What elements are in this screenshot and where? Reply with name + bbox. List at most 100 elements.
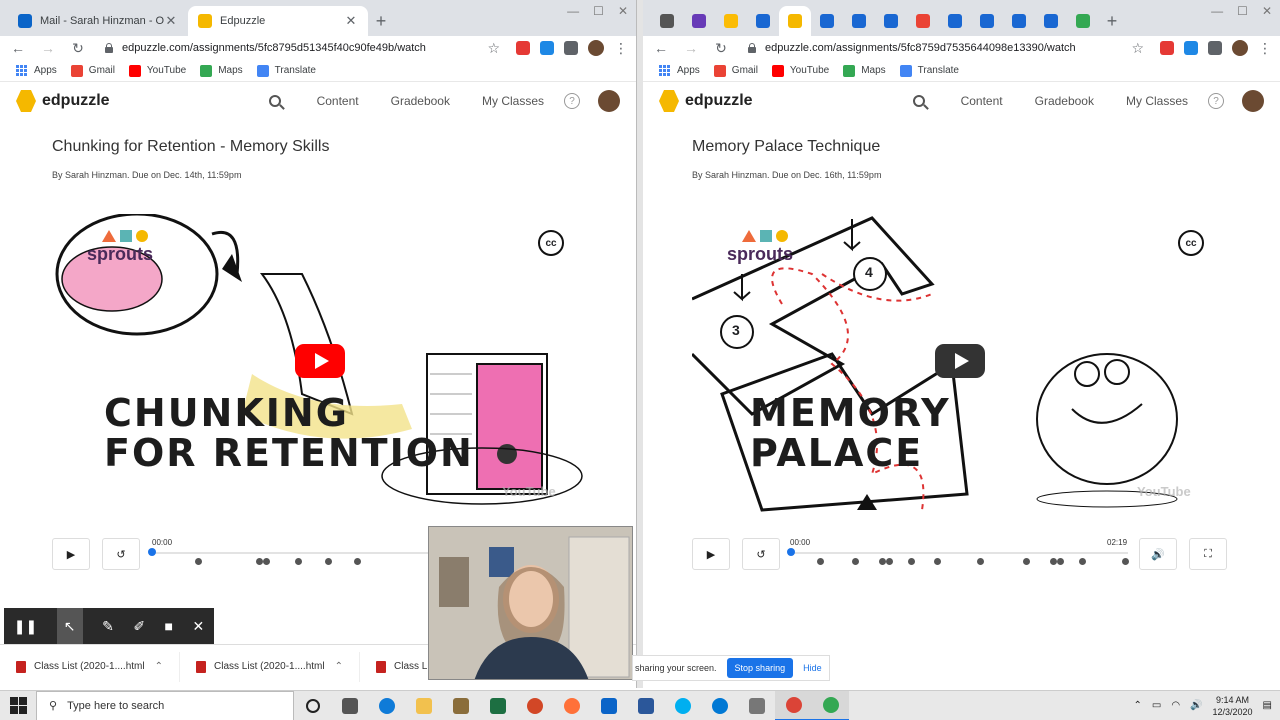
extension-icon[interactable] [1160, 41, 1174, 55]
close-tab-icon[interactable]: ✕ [164, 13, 178, 29]
bookmark-translate[interactable]: Translate [256, 64, 316, 77]
mini-tab[interactable] [747, 6, 779, 36]
maximize-icon[interactable]: ☐ [1237, 4, 1248, 18]
forward-icon[interactable]: → [681, 40, 701, 56]
maximize-icon[interactable]: ☐ [593, 4, 604, 18]
edge-icon[interactable] [368, 691, 405, 720]
firefox-icon[interactable] [553, 691, 590, 720]
new-tab-button[interactable]: + [368, 6, 394, 36]
video-player[interactable]: sprouts cc CHUNKING FOR RETENTION YouTub… [52, 214, 592, 514]
rewind-button[interactable]: ↺ [742, 538, 780, 570]
puzzle-icon[interactable] [564, 41, 578, 55]
progress-knob[interactable] [787, 548, 795, 556]
nav-gradebook[interactable]: Gradebook [391, 94, 450, 108]
play-button[interactable]: ▶ [692, 538, 730, 570]
question-marker[interactable] [1122, 558, 1129, 565]
youtube-play-button[interactable] [295, 344, 345, 378]
back-icon[interactable]: ← [651, 40, 671, 56]
video-player[interactable]: sprouts 4 3 cc MEMORY PALACE YouTube [692, 214, 1232, 514]
mini-tab-active[interactable] [779, 6, 811, 36]
youtube-play-button[interactable] [935, 344, 985, 378]
user-avatar[interactable] [1242, 90, 1264, 112]
rewind-button[interactable]: ↺ [102, 538, 140, 570]
windows-start-icon[interactable] [0, 691, 36, 720]
bookmark-maps[interactable]: Maps [843, 64, 886, 77]
download-item[interactable]: Class List (2020-1....html ⌃ [180, 651, 360, 682]
extension-icon[interactable] [516, 41, 530, 55]
nav-content[interactable]: Content [317, 94, 359, 108]
close-window-icon[interactable]: ✕ [618, 4, 628, 18]
question-marker[interactable] [263, 558, 270, 565]
chrome-icon[interactable] [812, 690, 849, 720]
question-marker[interactable] [817, 558, 824, 565]
excel-icon[interactable] [479, 691, 516, 720]
stop-sharing-button[interactable]: Stop sharing [726, 658, 794, 678]
mini-tab[interactable] [1067, 6, 1099, 36]
volume-button[interactable]: 🔊 [1139, 538, 1177, 570]
search-icon[interactable] [912, 95, 925, 107]
search-icon[interactable] [268, 95, 281, 107]
notifications-icon[interactable]: ▤ [1263, 700, 1272, 711]
question-marker[interactable] [354, 558, 361, 565]
volume-icon[interactable]: 🔊 [1190, 700, 1202, 711]
mini-tab[interactable] [971, 6, 1003, 36]
question-marker[interactable] [977, 558, 984, 565]
question-marker[interactable] [295, 558, 302, 565]
edpuzzle-logo[interactable]: edpuzzle [659, 90, 753, 112]
bookmark-maps[interactable]: Maps [200, 64, 243, 77]
taskbar-clock[interactable]: 9:14 AM 12/3/2020 [1213, 694, 1253, 718]
question-marker[interactable] [256, 558, 263, 565]
chrome-icon[interactable] [775, 690, 812, 720]
menu-kebab-icon[interactable]: ⋮ [614, 40, 628, 57]
profile-avatar[interactable] [588, 40, 604, 56]
app-icon[interactable] [738, 691, 775, 720]
mini-tab[interactable] [651, 6, 683, 36]
question-marker[interactable] [852, 558, 859, 565]
address-bar[interactable]: edpuzzle.com/assignments/5fc8795d51345f4… [98, 37, 506, 59]
question-marker[interactable] [934, 558, 941, 565]
webcam-overlay[interactable] [428, 526, 633, 680]
network-icon[interactable]: ◠ [1171, 700, 1180, 711]
extension-icon[interactable] [1184, 41, 1198, 55]
mini-tab[interactable] [683, 6, 715, 36]
taskbar-search[interactable]: ⚲ Type here to search [36, 690, 294, 720]
forward-icon[interactable]: → [38, 40, 58, 56]
fullscreen-button[interactable]: ⛶ [1189, 538, 1227, 570]
question-marker[interactable] [1050, 558, 1057, 565]
chevron-up-icon[interactable]: ⌃ [335, 661, 343, 672]
mini-tab[interactable] [715, 6, 747, 36]
close-tab-icon[interactable]: ✕ [344, 13, 358, 29]
question-marker[interactable] [886, 558, 893, 565]
bookmark-star-icon[interactable]: ☆ [1131, 40, 1144, 57]
question-marker[interactable] [1057, 558, 1064, 565]
puzzle-icon[interactable] [1208, 41, 1222, 55]
powerpoint-icon[interactable] [516, 691, 553, 720]
nav-my-classes[interactable]: My Classes [1126, 94, 1188, 108]
help-icon[interactable]: ? [1208, 93, 1224, 109]
camera-icon[interactable]: ■ [165, 618, 173, 634]
play-button[interactable]: ▶ [52, 538, 90, 570]
captions-icon[interactable]: cc [538, 230, 564, 256]
skype-icon[interactable] [664, 691, 701, 720]
nav-content[interactable]: Content [961, 94, 1003, 108]
chevron-up-icon[interactable]: ⌃ [1133, 700, 1141, 711]
highlighter-icon[interactable]: ✐ [133, 618, 145, 635]
bookmark-star-icon[interactable]: ☆ [487, 40, 500, 57]
question-marker[interactable] [1079, 558, 1086, 565]
tab-edpuzzle[interactable]: Edpuzzle ✕ [188, 6, 368, 36]
profile-avatar[interactable] [1232, 40, 1248, 56]
minimize-icon[interactable]: — [1211, 4, 1223, 18]
hide-button[interactable]: Hide [803, 663, 822, 673]
new-tab-button[interactable]: + [1099, 6, 1125, 36]
question-marker[interactable] [325, 558, 332, 565]
chevron-up-icon[interactable]: ⌃ [155, 661, 163, 672]
mini-tab[interactable] [843, 6, 875, 36]
tab-outlook[interactable]: Mail - Sarah Hinzman - Outlook ✕ [8, 6, 188, 36]
user-avatar[interactable] [598, 90, 620, 112]
bookmark-gmail[interactable]: Gmail [713, 64, 758, 77]
pointer-icon[interactable]: ↖ [56, 608, 83, 644]
edpuzzle-logo[interactable]: edpuzzle [16, 90, 110, 112]
mini-tab[interactable] [811, 6, 843, 36]
download-item[interactable]: Class List (2020-1....html ⌃ [0, 651, 180, 682]
battery-icon[interactable]: ▭ [1152, 700, 1161, 711]
